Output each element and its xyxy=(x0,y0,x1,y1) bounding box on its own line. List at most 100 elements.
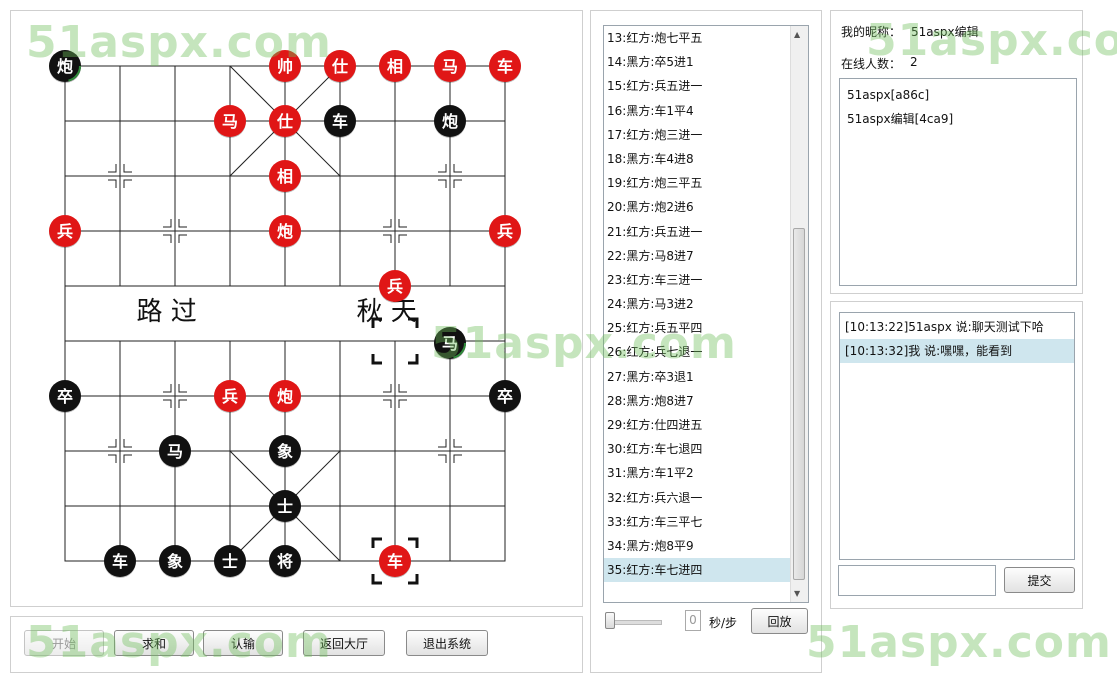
piece-label: 兵 xyxy=(387,277,403,296)
position-marker xyxy=(453,454,462,463)
last-move-from-marker xyxy=(371,354,382,365)
move-list[interactable]: 13:红方:炮七平五 14:黑方:卒5进1 15:红方:兵五进一 16:黑方:车1平4… xyxy=(603,25,809,603)
move-item[interactable]: 14:黑方:卒5进1 xyxy=(604,50,791,74)
move-item[interactable]: 16:黑方:车1平4 xyxy=(604,99,791,123)
piece-label: 将 xyxy=(277,552,293,571)
exit-button[interactable]: 退出系统 xyxy=(406,630,488,656)
piece-label: 仕 xyxy=(276,112,293,131)
chat-input[interactable] xyxy=(838,565,996,596)
chat-messages[interactable]: [10:13:22]51aspx 说:聊天测试下哈 [10:13:32]我 说:嘿… xyxy=(839,312,1075,560)
position-marker xyxy=(398,234,407,243)
scroll-thumb[interactable] xyxy=(793,228,805,580)
scroll-down-icon[interactable]: ▼ xyxy=(794,589,800,598)
move-item[interactable]: 27:黑方:卒3退1 xyxy=(604,365,791,389)
position-marker xyxy=(438,454,447,463)
position-marker xyxy=(383,384,392,393)
position-marker xyxy=(438,179,447,188)
user-item[interactable]: 51aspx编辑[4ca9] xyxy=(847,108,1076,132)
move-item[interactable]: 30:红方:车七退四 xyxy=(604,437,791,461)
last-move-to-marker xyxy=(371,537,382,548)
position-marker xyxy=(178,219,187,228)
position-marker xyxy=(163,384,172,393)
position-marker xyxy=(108,439,117,448)
position-marker xyxy=(453,164,462,173)
position-marker xyxy=(398,399,407,408)
piece-label: 兵 xyxy=(57,222,73,241)
move-item[interactable]: 29:红方:仕四进五 xyxy=(604,413,791,437)
piece-label: 象 xyxy=(277,442,293,461)
piece-label: 马 xyxy=(442,57,458,76)
start-button[interactable]: 开始 xyxy=(24,630,104,656)
position-marker xyxy=(163,234,172,243)
piece-label: 车 xyxy=(387,552,403,571)
online-count-label: 在线人数： xyxy=(841,57,902,71)
move-item[interactable]: 17:红方:炮三进一 xyxy=(604,123,791,147)
move-item[interactable]: 21:红方:兵五进一 xyxy=(604,220,791,244)
move-item[interactable]: 22:黑方:马8进7 xyxy=(604,244,791,268)
move-item[interactable]: 15:红方:兵五进一 xyxy=(604,74,791,98)
scroll-up-icon[interactable]: ▲ xyxy=(794,30,800,39)
move-item[interactable]: 34:黑方:炮8平9 xyxy=(604,534,791,558)
position-marker xyxy=(453,179,462,188)
piece-label: 象 xyxy=(167,552,183,571)
speed-slider-thumb[interactable] xyxy=(605,612,615,629)
move-item[interactable]: 18:黑方:车4进8 xyxy=(604,147,791,171)
replay-button[interactable]: 回放 xyxy=(751,608,808,634)
user-item[interactable]: 51aspx[a86c] xyxy=(847,84,1076,108)
piece-label: 炮 xyxy=(277,387,293,406)
position-marker xyxy=(383,399,392,408)
move-item[interactable]: 35:红方:车七进四 xyxy=(604,558,791,583)
last-move-to-marker xyxy=(408,574,419,585)
position-marker xyxy=(383,219,392,228)
position-marker xyxy=(178,234,187,243)
piece-label: 士 xyxy=(277,497,293,516)
piece-label: 车 xyxy=(332,112,348,131)
move-item[interactable]: 25:红方:兵五平四 xyxy=(604,316,791,340)
last-move-from-marker xyxy=(408,354,419,365)
speed-slider-track[interactable] xyxy=(608,620,662,625)
seconds-input[interactable]: 0 xyxy=(685,610,701,631)
move-item[interactable]: 33:红方:车三平七 xyxy=(604,510,791,534)
move-item[interactable]: 13:红方:炮七平五 xyxy=(604,26,791,50)
piece-label: 车 xyxy=(112,552,128,571)
position-marker xyxy=(398,219,407,228)
back-to-lobby-button[interactable]: 返回大厅 xyxy=(303,630,385,656)
draw-button[interactable]: 求和 xyxy=(114,630,194,656)
piece-label: 帅 xyxy=(277,57,293,76)
piece-label: 卒 xyxy=(497,387,513,406)
position-marker xyxy=(163,219,172,228)
online-user-list[interactable]: 51aspx[a86c] 51aspx编辑[4ca9] xyxy=(839,78,1077,286)
submit-button[interactable]: 提交 xyxy=(1004,567,1075,593)
piece-label: 仕 xyxy=(331,57,348,76)
move-item[interactable]: 19:红方:炮三平五 xyxy=(604,171,791,195)
piece-label: 相 xyxy=(387,57,403,76)
position-marker xyxy=(123,454,132,463)
move-item[interactable]: 24:黑方:马3进2 xyxy=(604,292,791,316)
river-text-left: 路 过 xyxy=(137,297,197,327)
chat-message[interactable]: [10:13:22]51aspx 说:聊天测试下哈 xyxy=(840,315,1074,339)
piece-label: 士 xyxy=(222,552,238,571)
piece-label: 炮 xyxy=(57,57,73,76)
chat-message[interactable]: [10:13:32]我 说:嘿嘿，能看到 xyxy=(840,339,1074,363)
move-item[interactable]: 20:黑方:炮2进6 xyxy=(604,195,791,219)
position-marker xyxy=(438,164,447,173)
piece-label: 卒 xyxy=(57,387,73,406)
position-marker xyxy=(123,164,132,173)
nickname-value: 51aspx编辑 xyxy=(911,25,979,39)
move-item[interactable]: 32:红方:兵六退一 xyxy=(604,486,791,510)
chess-board[interactable]: 路 过秋 天炮帅仕相马车马仕车炮相兵炮兵兵马卒兵炮卒马 象士车象士将车 xyxy=(11,11,584,608)
move-item[interactable]: 28:黑方:炮8进7 xyxy=(604,389,791,413)
move-list-scrollbar[interactable]: ▲ ▼ xyxy=(790,26,808,602)
piece-label: 马 xyxy=(167,442,183,461)
move-item[interactable]: 26:红方:兵七退一 xyxy=(604,340,791,364)
position-marker xyxy=(163,399,172,408)
position-marker xyxy=(398,384,407,393)
last-move-to-marker xyxy=(408,537,419,548)
piece-label: 相 xyxy=(277,167,293,186)
position-marker xyxy=(178,384,187,393)
resign-button[interactable]: 认输 xyxy=(203,630,283,656)
nickname-label: 我的昵称： xyxy=(841,25,902,39)
piece-label: 兵 xyxy=(222,387,238,406)
move-item[interactable]: 31:黑方:车1平2 xyxy=(604,461,791,485)
move-item[interactable]: 23:红方:车三进一 xyxy=(604,268,791,292)
